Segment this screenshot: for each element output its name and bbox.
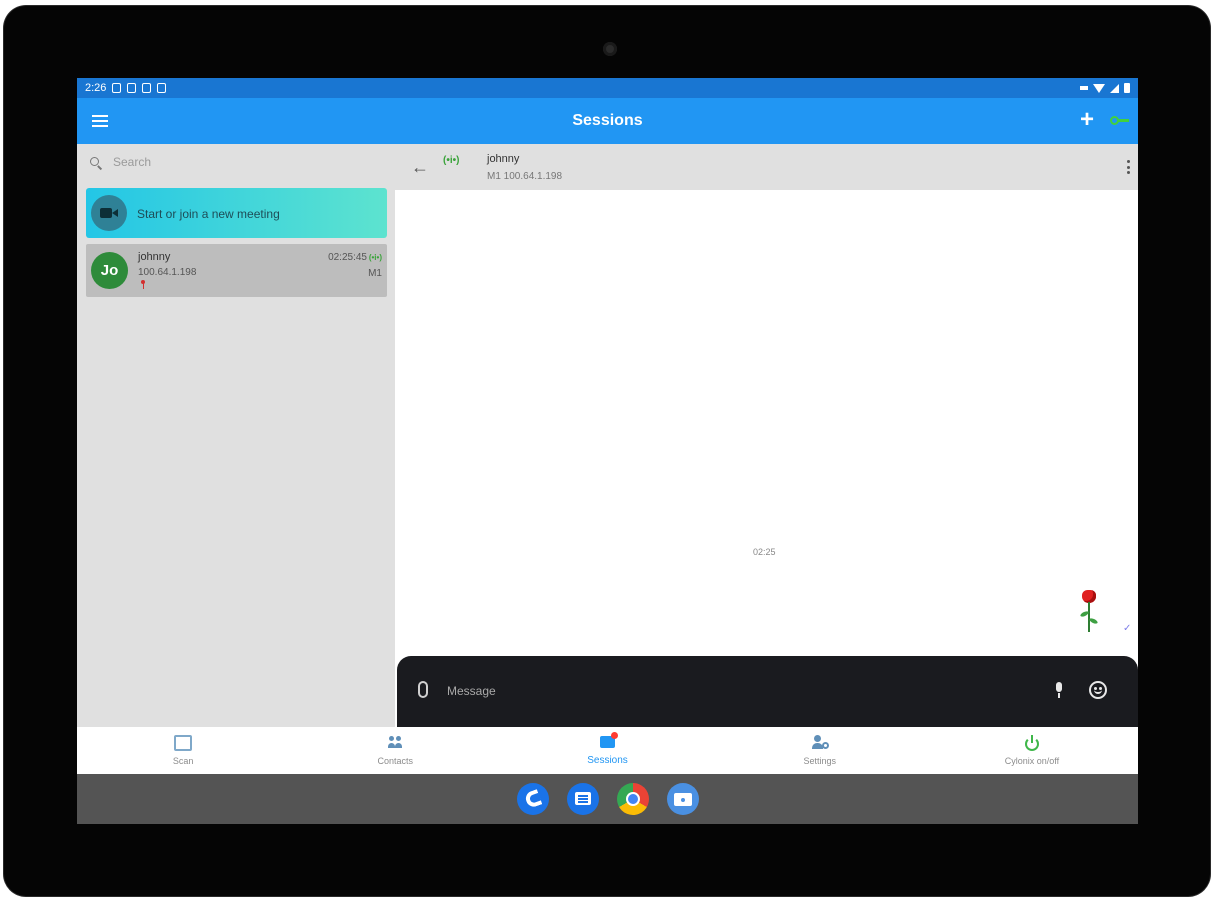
session-ip: 100.64.1.198 — [138, 267, 197, 278]
new-meeting-button[interactable]: Start or join a new meeting — [86, 188, 387, 238]
message-input[interactable] — [447, 681, 1007, 701]
app-bar: Sessions + — [77, 98, 1138, 144]
back-arrow-icon[interactable]: ← — [411, 157, 429, 178]
new-meeting-label: Start or join a new meeting — [137, 207, 280, 221]
online-signal-icon: (•i•) — [368, 253, 382, 262]
session-list-pane: Start or join a new meeting Jo johnny 10… — [77, 144, 395, 727]
microphone-icon[interactable] — [1054, 682, 1064, 699]
attach-icon[interactable] — [418, 681, 428, 698]
app-dock — [77, 774, 1138, 824]
phone-app-icon[interactable] — [517, 783, 549, 815]
nav-label: Scan — [172, 756, 194, 766]
notification-icon — [112, 83, 122, 93]
video-camera-icon — [91, 195, 127, 231]
wifi-icon — [1093, 83, 1105, 93]
bottom-navigation: Scan Contacts Sessions Settings Cylonix … — [77, 727, 1138, 774]
notification-icon — [127, 83, 137, 93]
nav-sessions[interactable]: Sessions — [501, 727, 713, 774]
session-list-item[interactable]: Jo johnny 100.64.1.198 02:25:45 (•i•) M1 — [86, 244, 387, 297]
messages-app-icon[interactable] — [567, 783, 599, 815]
signal-icon — [1110, 83, 1119, 93]
read-receipt-icon: ✓ — [1123, 623, 1132, 634]
page-title: Sessions — [572, 112, 643, 129]
avatar: Jo — [91, 252, 128, 289]
device-screen: 2:26 Sessions + Start or join a — [77, 78, 1138, 824]
battery-icon — [1124, 83, 1130, 93]
online-signal-icon: (•i•) — [443, 155, 460, 166]
settings-icon — [811, 735, 829, 751]
nav-label: Cylonix on/off — [1004, 756, 1060, 766]
key-icon[interactable] — [1110, 116, 1130, 126]
search-bar — [77, 144, 395, 182]
add-button[interactable]: + — [1080, 107, 1094, 133]
nav-label: Contacts — [377, 756, 414, 766]
nav-settings[interactable]: Settings — [714, 727, 926, 774]
status-time: 2:26 — [85, 82, 107, 94]
chat-header: ← (•i•) johnny M1 100.64.1.198 — [395, 144, 1138, 190]
nav-scan[interactable]: Scan — [77, 727, 289, 774]
chat-messages: 02:25 ✓ — [395, 190, 1138, 656]
nav-power[interactable]: Cylonix on/off — [926, 727, 1138, 774]
chat-contact-name: johnny — [487, 153, 520, 165]
search-icon — [90, 157, 103, 170]
sessions-icon — [599, 732, 618, 751]
front-camera — [603, 42, 617, 56]
chrome-app-icon[interactable] — [617, 783, 649, 815]
message-composer — [397, 656, 1138, 727]
message-timestamp: 02:25 — [753, 547, 776, 557]
pin-icon — [141, 280, 145, 289]
contacts-icon — [386, 735, 404, 751]
session-mode: M1 — [368, 268, 382, 279]
chat-contact-subtitle: M1 100.64.1.198 — [487, 171, 563, 182]
sd-card-icon — [142, 83, 152, 93]
session-time: 02:25:45 — [328, 252, 367, 263]
search-input[interactable] — [113, 152, 373, 172]
emoji-icon[interactable] — [1089, 681, 1107, 699]
nav-contacts[interactable]: Contacts — [289, 727, 501, 774]
rose-sticker[interactable] — [1078, 590, 1104, 636]
power-icon — [1023, 735, 1041, 751]
vpn-key-icon — [1080, 86, 1088, 90]
session-name: johnny — [138, 251, 171, 263]
nav-label: Sessions — [587, 755, 628, 766]
more-options-icon[interactable] — [1127, 160, 1130, 174]
nav-label: Settings — [803, 756, 836, 766]
scan-icon — [174, 735, 193, 751]
storage-icon — [157, 83, 167, 93]
camera-app-icon[interactable] — [667, 783, 699, 815]
status-bar: 2:26 — [77, 78, 1138, 98]
